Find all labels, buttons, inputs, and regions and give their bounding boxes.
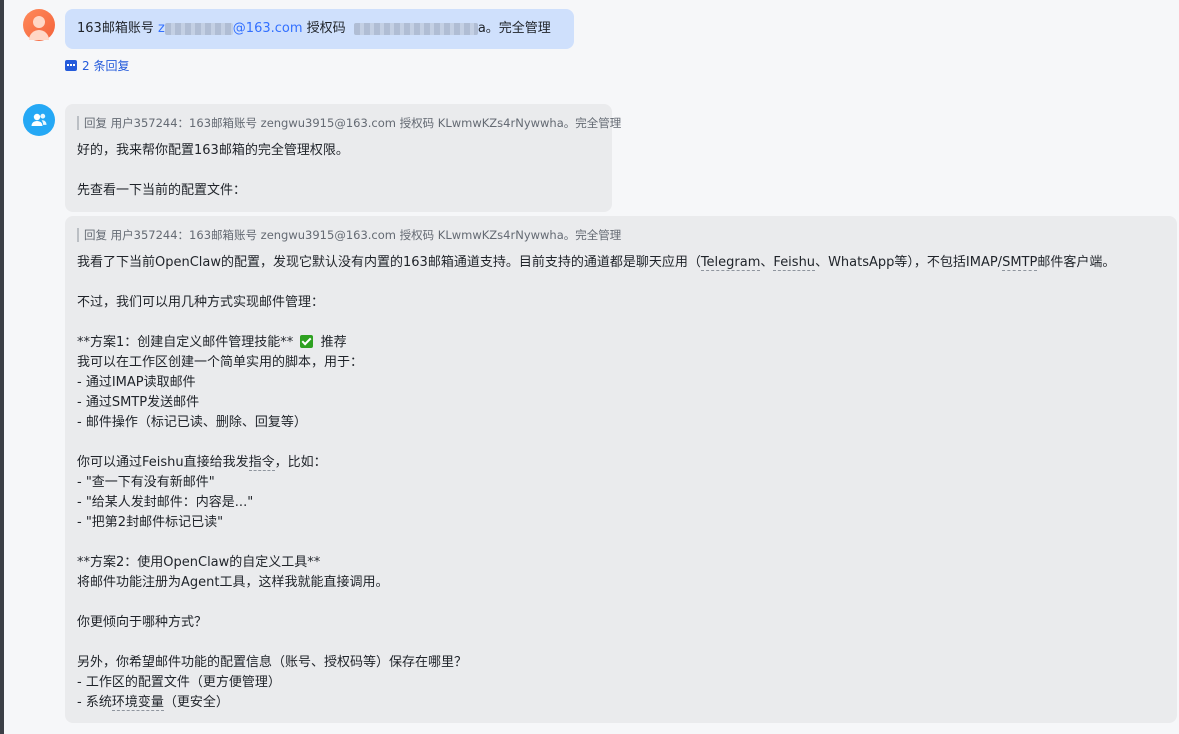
message-line: 我可以在工作区创建一个简单实用的脚本，用于： — [77, 355, 364, 370]
message-line — [77, 593, 1165, 613]
plan1-title-line: **方案1：创建自定义邮件管理技能** 推荐 — [77, 335, 347, 350]
message-line: - 邮件操作（标记已读、删除、回复等） — [77, 415, 307, 430]
bot-avatar[interactable] — [23, 104, 55, 136]
message-line: - 工作区的配置文件（更方便管理） — [77, 675, 281, 690]
message-line: - "把第2封邮件标记已读" — [77, 515, 224, 530]
comment-icon — [65, 60, 77, 71]
term-feishu[interactable]: Feishu — [773, 255, 816, 271]
reply-count-link[interactable]: 2 条回复 — [65, 57, 129, 74]
redacted-auth-code — [353, 22, 478, 35]
recommend-label: 推荐 — [320, 335, 347, 350]
message-line: 不过，我们可以用几种方式实现邮件管理： — [77, 295, 325, 310]
message-line: 我看了下当前OpenClaw的配置，发现它默认没有内置的163邮箱通道支持。目前… — [77, 255, 1116, 271]
user-avatar[interactable] — [23, 9, 55, 41]
message-line: 先查看一下当前的配置文件： — [77, 183, 247, 198]
message-line — [77, 313, 1165, 333]
message-line: - 系统环境变量（更安全） — [77, 695, 229, 711]
reply-quote[interactable]: 回复 用户357244：163邮箱账号 zengwu3915@163.com 授… — [77, 228, 1165, 242]
reply-count-label: 2 条回复 — [82, 59, 130, 73]
message-line: 你更倾向于哪种方式？ — [77, 615, 208, 630]
check-icon — [300, 335, 314, 348]
email-suffix[interactable]: @163.com — [233, 21, 303, 36]
bot-message-1[interactable]: 回复 用户357244：163邮箱账号 zengwu3915@163.com 授… — [65, 104, 621, 212]
redacted-email — [164, 22, 233, 35]
user-message-suffix: 。完全管理 — [485, 21, 551, 36]
auth-tail: a — [477, 21, 486, 36]
message-line: - "给某人发封邮件：内容是..." — [77, 495, 254, 510]
bot-message-2[interactable]: 回复 用户357244：163邮箱账号 zengwu3915@163.com 授… — [65, 216, 1177, 723]
reply-quote[interactable]: 回复 用户357244：163邮箱账号 zengwu3915@163.com 授… — [77, 116, 621, 130]
term-env-var[interactable]: 环境变量 — [111, 695, 164, 711]
message-line — [77, 161, 600, 181]
message-line: 另外，你希望邮件功能的配置信息（账号、授权码等）保存在哪里？ — [77, 655, 468, 670]
message-line: 好的，我来帮你配置163邮箱的完全管理权限。 — [77, 143, 349, 158]
email-start: z — [157, 21, 165, 36]
message-line — [77, 433, 1165, 453]
term-instruction[interactable]: 指令 — [248, 455, 275, 471]
auth-label: 授权码 — [306, 21, 346, 36]
term-telegram[interactable]: Telegram — [700, 255, 761, 271]
message-line: - 通过IMAP读取邮件 — [77, 375, 196, 390]
message-line — [77, 533, 1165, 553]
message-line: 你可以通过Feishu直接给我发指令，比如： — [77, 455, 327, 471]
users-icon — [31, 113, 47, 126]
user-message-bubble[interactable]: 163邮箱账号 z @163.com 授权码 a。完全管理 — [65, 9, 574, 49]
left-rail — [0, 0, 4, 734]
message-line: **方案2：使用OpenClaw的自定义工具** — [77, 555, 321, 570]
message-line: - "查一下有没有新邮件" — [77, 475, 215, 490]
message-line — [77, 633, 1165, 653]
message-line — [77, 273, 1165, 293]
term-smtp[interactable]: SMTP — [1002, 255, 1038, 271]
user-message-prefix: 163邮箱账号 — [77, 21, 154, 36]
message-line: - 通过SMTP发送邮件 — [77, 395, 200, 410]
message-line: 将邮件功能注册为Agent工具，这样我就能直接调用。 — [77, 575, 389, 590]
